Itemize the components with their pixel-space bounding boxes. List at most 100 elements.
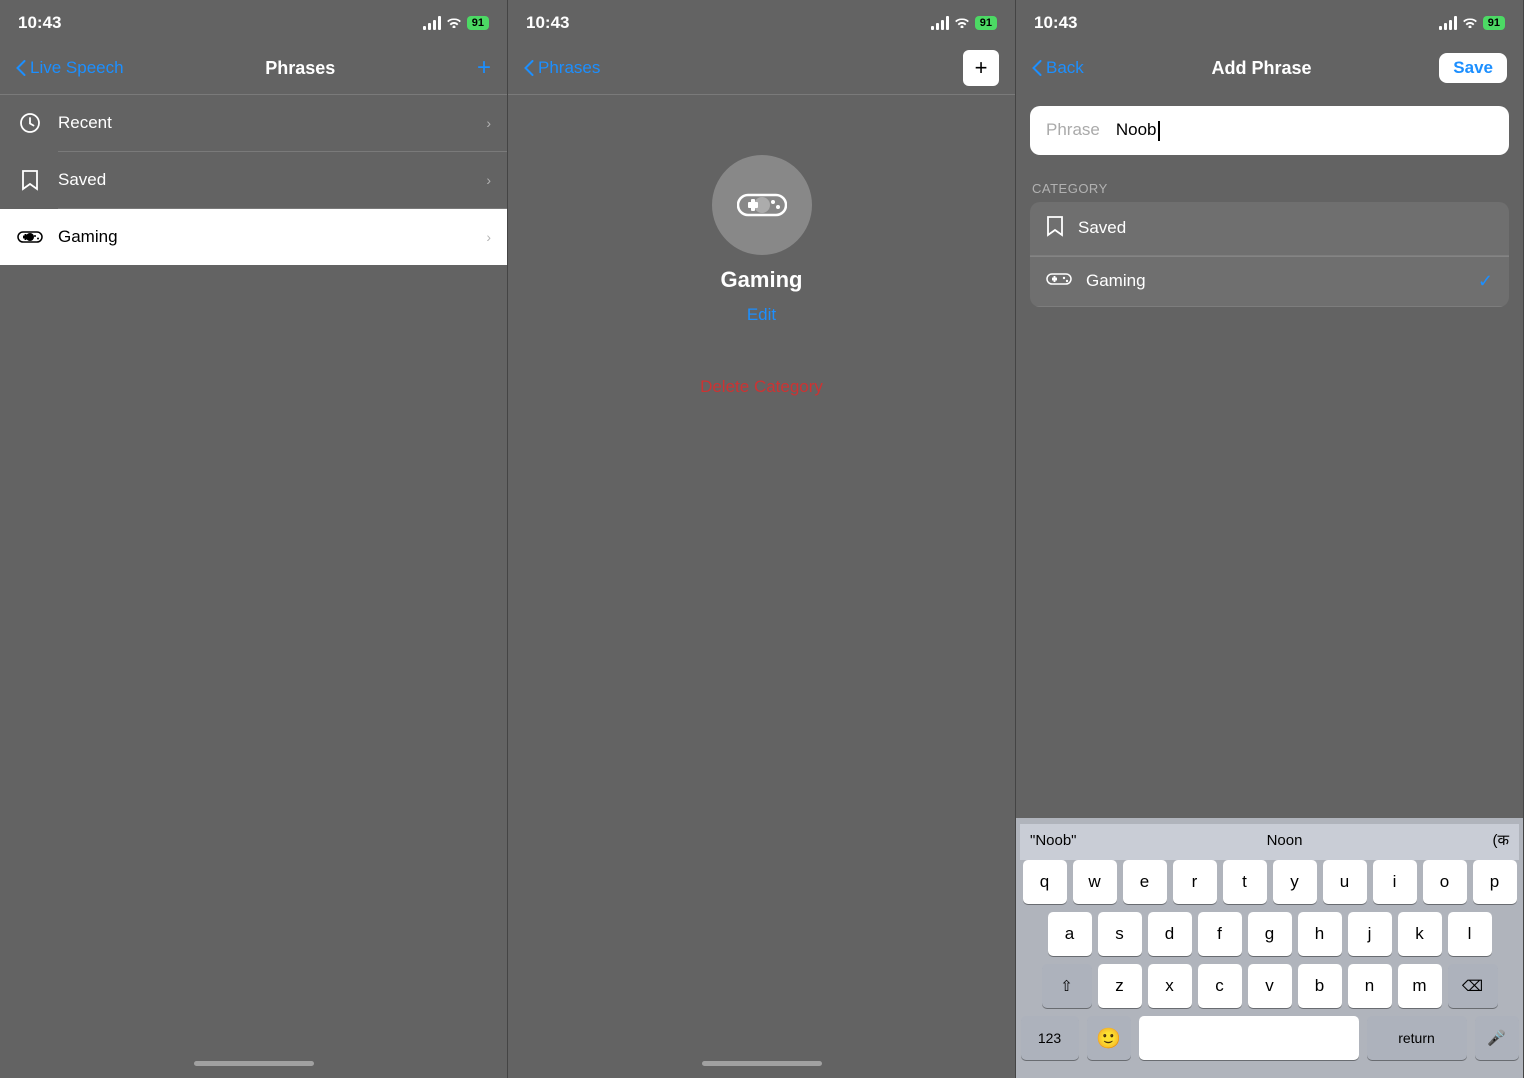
emoji-key[interactable]: 🙂 (1087, 1016, 1131, 1060)
add-button-1[interactable]: + (477, 54, 491, 82)
key-t[interactable]: t (1223, 860, 1267, 904)
clock-icon (16, 109, 44, 137)
status-time-1: 10:43 (18, 13, 61, 33)
key-f[interactable]: f (1198, 912, 1242, 956)
return-key[interactable]: return (1367, 1016, 1467, 1060)
gaming-category-view: Gaming Edit Delete Category (508, 95, 1015, 397)
category-avatar (712, 155, 812, 255)
category-edit-button[interactable]: Edit (747, 305, 776, 325)
key-a[interactable]: a (1048, 912, 1092, 956)
nav-bar-3: Back Add Phrase Save (1016, 42, 1523, 94)
category-gaming-label: Gaming (1086, 271, 1464, 291)
battery-icon-1: 91 (467, 16, 489, 30)
keyboard-row-4: 123 🙂 return 🎤 (1020, 1016, 1519, 1060)
wifi-icon-1 (446, 15, 462, 31)
key-h[interactable]: h (1298, 912, 1342, 956)
key-z[interactable]: z (1098, 964, 1142, 1008)
suggestion-noob[interactable]: "Noob" (1030, 832, 1077, 849)
bookmark-icon-1 (16, 166, 44, 194)
category-saved-label: Saved (1078, 218, 1493, 238)
key-y[interactable]: y (1273, 860, 1317, 904)
recent-label: Recent (58, 113, 472, 133)
chevron-recent: › (486, 115, 491, 131)
category-option-saved[interactable]: Saved (1030, 202, 1509, 256)
phrase-text-input[interactable]: Noob (1116, 120, 1493, 141)
cursor (1158, 121, 1160, 141)
back-label-2: Phrases (538, 58, 600, 78)
delete-key[interactable]: ⌫ (1448, 964, 1498, 1008)
status-time-2: 10:43 (526, 13, 569, 33)
panel-phrases: 10:43 91 Live Speech Phrases + (0, 0, 508, 1078)
gamepad-icon-1 (16, 223, 44, 251)
key-m[interactable]: m (1398, 964, 1442, 1008)
signal-icon-3 (1439, 16, 1457, 30)
gaming-label-1: Gaming (58, 227, 472, 247)
key-n[interactable]: n (1348, 964, 1392, 1008)
chevron-gaming: › (486, 229, 491, 245)
home-bar-2 (702, 1061, 822, 1066)
nav-title-1: Phrases (265, 58, 335, 79)
save-button[interactable]: Save (1439, 53, 1507, 83)
bookmark-icon-2 (1046, 215, 1064, 242)
keyboard: "Noob" Noon (क q w e r t y u i o p a s d… (1016, 818, 1523, 1078)
key-u[interactable]: u (1323, 860, 1367, 904)
nav-title-3: Add Phrase (1212, 58, 1312, 79)
back-label-3: Back (1046, 58, 1084, 78)
category-options-list: Saved Gaming ✓ (1030, 202, 1509, 307)
category-title: Gaming (721, 267, 803, 293)
key-s[interactable]: s (1098, 912, 1142, 956)
suggestion-special[interactable]: (क (1492, 830, 1509, 850)
panel-gaming-category: 10:43 91 Phrases + (508, 0, 1016, 1078)
key-d[interactable]: d (1148, 912, 1192, 956)
home-indicator-1 (0, 1048, 507, 1078)
key-b[interactable]: b (1298, 964, 1342, 1008)
key-i[interactable]: i (1373, 860, 1417, 904)
list-item-gaming[interactable]: Gaming › (0, 209, 507, 265)
back-label-1: Live Speech (30, 58, 124, 78)
status-bar-2: 10:43 91 (508, 0, 1015, 42)
battery-icon-2: 91 (975, 16, 997, 30)
gamepad-icon-2 (1046, 270, 1072, 293)
back-button-2[interactable]: Phrases (524, 58, 600, 78)
key-e[interactable]: e (1123, 860, 1167, 904)
status-bar-3: 10:43 91 (1016, 0, 1523, 42)
add-button-2[interactable]: + (963, 50, 999, 86)
key-x[interactable]: x (1148, 964, 1192, 1008)
numbers-key[interactable]: 123 (1021, 1016, 1079, 1060)
list-item-saved[interactable]: Saved › (0, 152, 507, 208)
key-c[interactable]: c (1198, 964, 1242, 1008)
phrase-input-row: Phrase Noob (1030, 106, 1509, 155)
key-k[interactable]: k (1398, 912, 1442, 956)
key-o[interactable]: o (1423, 860, 1467, 904)
keyboard-row-2: a s d f g h j k l (1020, 912, 1519, 956)
home-indicator-2 (508, 1048, 1015, 1078)
key-g[interactable]: g (1248, 912, 1292, 956)
suggestion-noon[interactable]: Noon (1267, 832, 1303, 849)
space-key[interactable] (1139, 1016, 1359, 1060)
category-section-header: CATEGORY (1016, 167, 1523, 202)
keyboard-row-3: ⇧ z x c v b n m ⌫ (1020, 964, 1519, 1008)
signal-icon-1 (423, 16, 441, 30)
mic-key[interactable]: 🎤 (1475, 1016, 1519, 1060)
check-icon: ✓ (1478, 271, 1493, 292)
list-item-recent[interactable]: Recent › (0, 95, 507, 151)
battery-icon-3: 91 (1483, 16, 1505, 30)
status-icons-2: 91 (931, 15, 997, 31)
key-q[interactable]: q (1023, 860, 1067, 904)
delete-category-button[interactable]: Delete Category (700, 377, 823, 397)
category-option-gaming[interactable]: Gaming ✓ (1030, 257, 1509, 307)
key-w[interactable]: w (1073, 860, 1117, 904)
key-r[interactable]: r (1173, 860, 1217, 904)
status-icons-3: 91 (1439, 15, 1505, 31)
back-button-3[interactable]: Back (1032, 58, 1084, 78)
shift-key[interactable]: ⇧ (1042, 964, 1092, 1008)
chevron-saved: › (486, 172, 491, 188)
wifi-icon-2 (954, 15, 970, 31)
key-p[interactable]: p (1473, 860, 1517, 904)
panel-add-phrase: 10:43 91 Back Add Phrase Save Phrase (1016, 0, 1524, 1078)
key-l[interactable]: l (1448, 912, 1492, 956)
key-j[interactable]: j (1348, 912, 1392, 956)
key-v[interactable]: v (1248, 964, 1292, 1008)
back-button-1[interactable]: Live Speech (16, 58, 124, 78)
wifi-icon-3 (1462, 15, 1478, 31)
